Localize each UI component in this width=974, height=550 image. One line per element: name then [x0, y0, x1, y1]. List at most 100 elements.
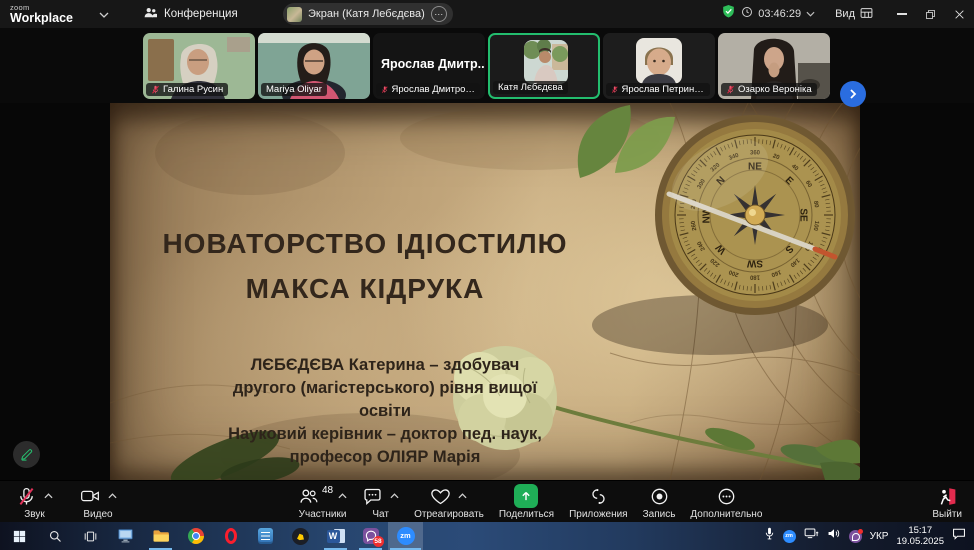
title-bar: zoom Workplace Конференция Экран (Катя Л… [0, 0, 974, 28]
chevron-down-icon[interactable] [99, 5, 109, 23]
more-options-icon[interactable]: ⋯ [431, 6, 447, 22]
chevron-up-icon[interactable] [44, 493, 53, 499]
taskbar-app-pc[interactable] [108, 522, 143, 550]
slide-title-line1: НОВАТОРСТВО ІДІОСТИЛЮ [125, 221, 605, 266]
audio-label: Звук [24, 509, 45, 520]
screen-share-label: Экран (Катя Лебєдєва) [308, 8, 425, 20]
video-label: Видео [83, 509, 112, 520]
compass: 2040608010012014016018020022024026028030… [655, 115, 855, 315]
participant-tile-galina[interactable]: Галина Русин [143, 33, 255, 99]
svg-text:SW: SW [746, 257, 763, 268]
close-button[interactable] [945, 0, 974, 28]
taskbar-app-explorer[interactable] [143, 522, 178, 550]
tray-zoom-icon[interactable]: zm [783, 530, 796, 543]
participant-display-name: Ярослав Дмитр... [381, 57, 485, 71]
participants-count: 48 [322, 485, 333, 496]
meeting-toolbar: Звук Видео [0, 480, 974, 522]
action-center-icon[interactable] [952, 527, 966, 545]
annotate-button[interactable] [13, 441, 40, 468]
search-button[interactable] [38, 522, 73, 550]
task-view-button[interactable] [73, 522, 108, 550]
participant-name-label: Ярослав Петрина - п... [606, 83, 710, 96]
zoom-workplace-logo: zoom Workplace [10, 4, 73, 24]
react-label: Отреагировать [414, 509, 484, 520]
chevron-up-icon[interactable] [458, 493, 467, 499]
viber-icon: 58 [363, 528, 379, 544]
taskbar-app-zoom[interactable]: zm [388, 522, 423, 550]
taskbar-app-antivirus[interactable] [283, 522, 318, 550]
windows-logo-icon [12, 529, 27, 544]
muted-mic-icon [151, 85, 160, 94]
clock-icon [741, 5, 753, 23]
record-label: Запись [643, 509, 676, 520]
chevron-up-icon[interactable] [390, 493, 399, 499]
participant-tile-ozarko[interactable]: Озарко Вероніка [718, 33, 830, 99]
tray-volume-icon[interactable] [827, 527, 841, 545]
react-button[interactable]: Отреагировать [414, 484, 484, 520]
apps-button[interactable]: Приложения [569, 484, 628, 520]
tray-network-icon[interactable] [804, 527, 819, 545]
apps-icon [588, 486, 609, 507]
shield-check-icon [721, 4, 736, 24]
audio-button[interactable]: Звук [16, 484, 53, 520]
slide-body-text: ЛЄБЄДЄВА Катерина – здобувач другого (ма… [155, 354, 615, 469]
slide-body-line: освіти [155, 400, 615, 423]
taskbar-app-notes[interactable] [248, 522, 283, 550]
chevron-right-icon [848, 89, 858, 99]
record-button[interactable]: Запись [643, 484, 676, 520]
participant-name-label: Катя Лєбєдєва [493, 81, 568, 94]
chevron-up-icon[interactable] [338, 493, 347, 499]
muted-mic-icon [726, 85, 735, 94]
more-label: Дополнительно [690, 509, 762, 520]
opera-icon [225, 528, 237, 544]
minimize-button[interactable] [887, 0, 916, 28]
taskbar-app-chrome[interactable] [178, 522, 213, 550]
taskbar-clock[interactable]: 15:17 19.05.2025 [896, 525, 944, 548]
slide-body-line: другого (магістерського) рівня вищої [155, 377, 615, 400]
system-tray: zm УКР 15:17 19.05.2025 [764, 522, 974, 550]
windows-taskbar: W 58 zm zm УКР 15:17 [0, 522, 974, 550]
chat-button[interactable]: Чат [362, 484, 399, 520]
participant-tile-katya-active-speaker[interactable]: Катя Лєбєдєва [488, 33, 600, 99]
share-screen-button[interactable]: Поделиться [499, 484, 554, 520]
view-button[interactable]: Вид [835, 7, 873, 22]
chevron-down-icon[interactable] [806, 11, 815, 17]
tray-mic-icon[interactable] [764, 527, 775, 545]
participants-button[interactable]: 48 Участники [298, 484, 347, 520]
muted-mic-icon [381, 85, 389, 94]
participant-tile-yaroslav-d[interactable]: Ярослав Дмитр... Ярослав Дмитрович ... [373, 33, 485, 99]
avatar [287, 7, 302, 22]
slide-title-line2: МАКСА КІДРУКА [125, 266, 605, 311]
chat-icon [362, 486, 383, 507]
layout-grid-icon [860, 7, 873, 22]
word-icon: W [327, 528, 345, 544]
logo-workplace-text: Workplace [10, 12, 73, 25]
screen-share-pill[interactable]: Экран (Катя Лебєдєва) ⋯ [283, 3, 453, 25]
taskbar-app-opera[interactable] [213, 522, 248, 550]
view-label: Вид [835, 8, 855, 20]
video-button[interactable]: Видео [79, 484, 117, 520]
meeting-tab[interactable]: Конференция [143, 6, 238, 22]
participant-name: Mariya Oliyar [266, 84, 322, 95]
chrome-icon [188, 528, 204, 544]
chevron-up-icon[interactable] [108, 493, 117, 499]
meeting-timer[interactable]: 03:46:29 [721, 4, 815, 24]
taskbar-app-viber[interactable]: 58 [353, 522, 388, 550]
participant-tile-mariya[interactable]: Mariya Oliyar [258, 33, 370, 99]
participant-tile-yaroslav-p[interactable]: Ярослав Петрина - п... [603, 33, 715, 99]
next-participants-button[interactable] [840, 81, 866, 107]
participant-name: Ярослав Петрина - п... [622, 84, 705, 95]
more-button[interactable]: Дополнительно [690, 484, 762, 520]
muted-mic-icon [611, 85, 619, 94]
timer-value: 03:46:29 [758, 8, 801, 20]
blue-document-icon [258, 528, 273, 544]
start-button[interactable] [0, 522, 38, 550]
language-indicator[interactable]: УКР [870, 531, 889, 542]
restore-button[interactable] [916, 0, 945, 28]
tray-viber-icon[interactable] [849, 530, 862, 543]
slide-body-line: професор ОЛІЯР Марія [155, 446, 615, 469]
record-icon [649, 486, 670, 507]
taskbar-app-word[interactable]: W [318, 522, 353, 550]
leave-door-icon [937, 486, 958, 507]
leave-button[interactable]: Выйти [932, 484, 962, 520]
